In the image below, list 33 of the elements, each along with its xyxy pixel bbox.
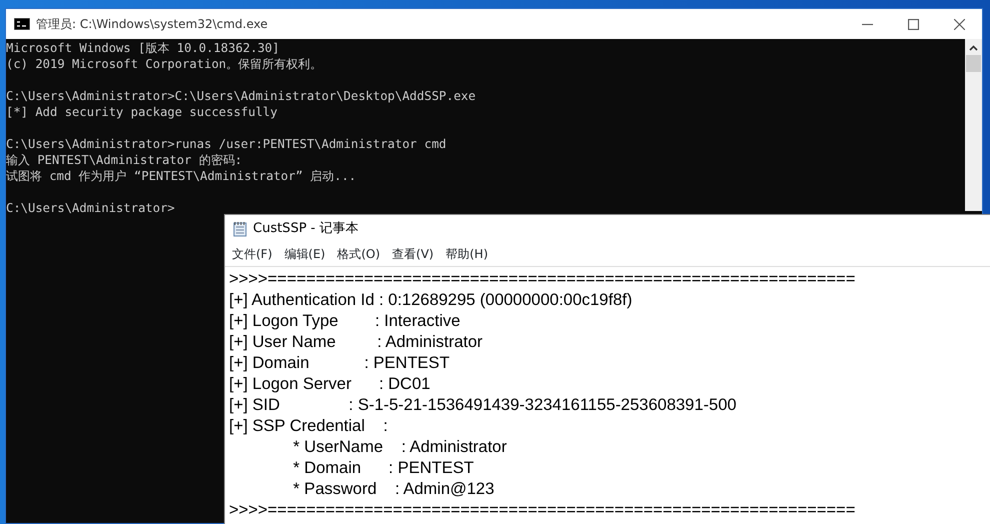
console-line: C:\Users\Administrator>runas /user:PENTEST\Administrator cmd <box>6 136 448 152</box>
console-line: [*] Add security package successfully <box>6 104 278 120</box>
notepad-icon <box>233 220 247 236</box>
text-line: [+] Logon Server : DC01 <box>229 374 432 395</box>
text-line: * Password : Admin@123 <box>292 479 496 500</box>
menu-item[interactable]: 编辑(E) <box>284 245 326 263</box>
scroll-up-icon[interactable] <box>969 45 978 51</box>
menu-item[interactable]: 文件(F) <box>232 245 272 263</box>
console-line: C:\Users\Administrator>C:\Users\Administrator\Desktop\AddSSP.exe <box>6 88 477 104</box>
text-line: [+] SSP Credential : <box>229 416 389 437</box>
console-line: (c) 2019 Microsoft Corporation。保留所有权利。 <box>6 56 324 72</box>
console-line: Microsoft Windows [版本 10.0.18362.30] <box>6 40 280 56</box>
text-line: [+] Domain : PENTEST <box>229 353 451 374</box>
menu-item[interactable]: 查看(V) <box>392 245 434 263</box>
text-line: [+] User Name : Administrator <box>229 332 484 353</box>
text-line: [+] Authentication Id : 0:12689295 (00000000:00c19f8f) <box>229 290 634 311</box>
text-line: >>>>============================================================= <box>229 269 856 290</box>
text-line: * Domain : PENTEST <box>292 458 475 479</box>
text-line: [+] SID : S-1-5-21-1536491439-3234161155-253608391-500 <box>229 395 738 416</box>
window-title: CustSSP - 记事本 <box>253 220 358 238</box>
scrollbar[interactable] <box>965 39 982 211</box>
console-line: C:\Users\Administrator> <box>6 200 176 216</box>
window-title: 管理员: C:\Windows\system32\cmd.exe <box>36 16 268 33</box>
maximize-icon <box>908 18 918 30</box>
menu-item[interactable]: 帮助(H) <box>446 245 488 263</box>
text-line: [+] Logon Type : Interactive <box>229 311 462 332</box>
text-line: >>>>============================================================= <box>229 500 856 521</box>
scroll-thumb[interactable] <box>966 55 981 72</box>
menu-item[interactable]: 格式(O) <box>337 245 380 263</box>
console-line: 输入 PENTEST\Administrator 的密码: <box>6 152 244 168</box>
console-line: 试图将 cmd 作为用户 “PENTEST\Administrator” 启动... <box>6 168 358 184</box>
text-line: * UserName : Administrator <box>292 437 508 458</box>
close-icon <box>954 18 964 30</box>
